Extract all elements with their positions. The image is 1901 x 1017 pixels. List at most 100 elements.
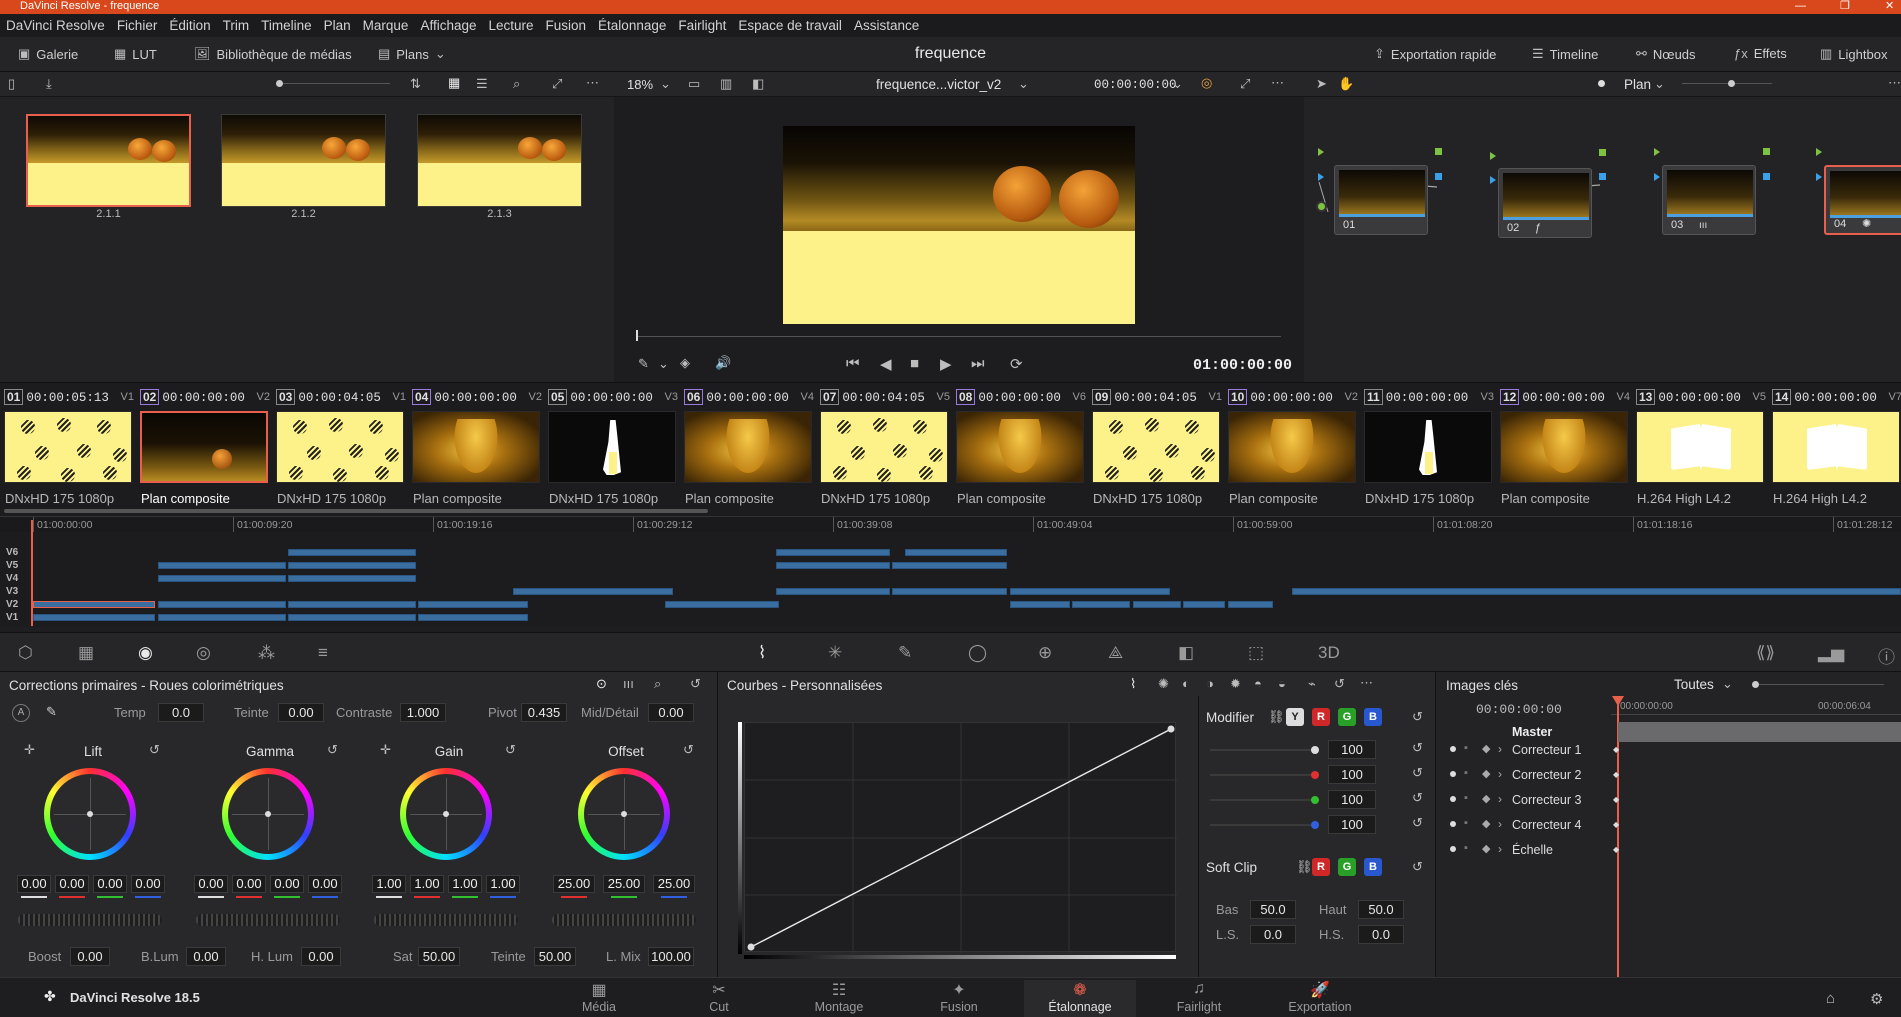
menu-timeline[interactable]: Timeline — [261, 18, 312, 33]
clip-item[interactable]: 11 00:00:00:00 V3 DNxHD 175 1080p — [1360, 383, 1496, 517]
menu-marque[interactable]: Marque — [363, 18, 409, 33]
clip-name[interactable]: frequence...victor_v2 — [876, 77, 1001, 92]
clip-item[interactable]: 06 00:00:00:00 V4 Plan composite — [680, 383, 816, 517]
scopes-icon[interactable]: ▂▅ — [1818, 643, 1844, 663]
fullscreen-icon[interactable]: ⤢ — [552, 76, 562, 92]
node-output-pin[interactable] — [1763, 148, 1770, 155]
scrubber-handle[interactable] — [636, 330, 638, 341]
lock-icon[interactable]: ▪ — [1464, 767, 1468, 779]
zoom-level[interactable]: 18% — [627, 77, 653, 92]
scrubber-track[interactable] — [636, 336, 1281, 337]
menu-assistance[interactable]: Assistance — [854, 18, 919, 33]
lift-red[interactable]: 0.00 — [55, 875, 89, 893]
keyframe-diamond-icon[interactable]: ◆ — [1482, 767, 1490, 780]
volume-icon[interactable]: 🔊 — [715, 355, 731, 371]
timeline-clip[interactable] — [1010, 588, 1170, 595]
camera-raw-icon[interactable]: ⬡ — [18, 643, 33, 663]
hlum-field[interactable]: 0.00 — [301, 947, 341, 966]
timeline-clip[interactable] — [158, 601, 286, 608]
menu-lecture[interactable]: Lecture — [488, 18, 533, 33]
color-picker-icon[interactable]: ◎ — [1201, 75, 1212, 91]
reset-icon[interactable]: ↺ — [327, 742, 338, 758]
keyframe-diamond-icon[interactable]: ◆ — [1482, 792, 1490, 805]
grid-view-icon[interactable]: ▦ — [448, 75, 460, 91]
timeline-clip[interactable] — [288, 614, 416, 621]
view-split-icon[interactable]: ▥ — [720, 76, 732, 92]
curves-icon[interactable]: ⌇ — [758, 643, 766, 663]
softclip-r-button[interactable]: R — [1312, 858, 1330, 876]
clip-thumbnail[interactable] — [1228, 411, 1356, 483]
wheel-handle[interactable] — [265, 811, 271, 817]
timeline-clip[interactable] — [33, 614, 155, 621]
g-intensity-slider[interactable] — [1210, 799, 1314, 801]
haut-field[interactable]: 50.0 — [1358, 900, 1404, 919]
wheel-handle[interactable] — [621, 811, 627, 817]
clip-item[interactable]: 01 00:00:05:13 V1 DNxHD 175 1080p — [0, 383, 136, 517]
clip-thumbnail[interactable] — [276, 411, 404, 483]
clip-thumbnail[interactable] — [820, 411, 948, 483]
keyframe-diamond-icon[interactable]: ◆ — [1482, 817, 1490, 830]
timeline-clip[interactable] — [1133, 601, 1181, 608]
rgb-mixer-icon[interactable]: ⁂ — [258, 643, 275, 663]
visibility-dot[interactable] — [1450, 821, 1456, 827]
node-input-pin[interactable] — [1654, 148, 1660, 156]
timeline-clip[interactable] — [1292, 588, 1901, 595]
keyframe-row[interactable]: ▪ ◆ › Correcteur 2 ◆ — [1436, 767, 1901, 788]
keyframe-row[interactable]: ▪ ◆ › Échelle ◆ — [1436, 842, 1901, 863]
node-input-pin[interactable] — [1318, 173, 1324, 181]
y-intensity-slider[interactable] — [1210, 749, 1314, 751]
offset-red[interactable]: 25.00 — [553, 875, 595, 893]
keyframe-marker[interactable]: ◆ — [1613, 845, 1619, 854]
lightbox-button[interactable]: ▥ Lightbox — [1820, 46, 1887, 62]
menu-etalonnage[interactable]: Étalonnage — [598, 18, 666, 33]
lock-icon[interactable]: ▪ — [1464, 842, 1468, 854]
gain-wheel[interactable] — [400, 768, 492, 860]
timeline-clip[interactable] — [158, 562, 286, 569]
sidebar-toggle-icon[interactable]: ▯ — [8, 76, 15, 92]
reset-icon[interactable]: ↺ — [1412, 790, 1423, 806]
lock-icon[interactable]: ▪ — [1464, 817, 1468, 829]
lock-icon[interactable]: ▪ — [1464, 742, 1468, 754]
keyframes-icon[interactable]: ⟪⟫ — [1756, 643, 1775, 663]
more-icon[interactable]: ⋯ — [1360, 675, 1373, 691]
skip-start-icon[interactable]: ⏮ — [846, 355, 860, 372]
view-single-icon[interactable]: ▭ — [688, 76, 700, 92]
timeline-clip[interactable] — [892, 562, 1007, 569]
skip-end-icon[interactable]: ⏭ — [971, 355, 985, 372]
slider-handle[interactable] — [1752, 681, 1759, 688]
slider-handle[interactable] — [276, 80, 283, 87]
menu-fichier[interactable]: Fichier — [117, 18, 158, 33]
timeline-clip[interactable] — [158, 614, 286, 621]
timeline-clip[interactable] — [1072, 601, 1130, 608]
maximize-icon[interactable]: ❐ — [1840, 0, 1850, 13]
plans-button[interactable]: ▤ Plans ⌄ — [378, 46, 446, 62]
node-output-pin[interactable] — [1763, 173, 1770, 180]
gain-red[interactable]: 1.00 — [410, 875, 444, 893]
r-intensity-slider[interactable] — [1210, 774, 1314, 776]
offset-jog-wheel[interactable] — [552, 914, 696, 926]
menu-davinci[interactable]: DaVinci Resolve — [6, 18, 105, 33]
chevron-down-icon[interactable]: ⌄ — [658, 356, 669, 372]
keyframe-icon[interactable]: ⌁ — [1308, 676, 1316, 692]
page-deliver-tab[interactable]: 🚀 Exportation — [1264, 980, 1376, 1014]
reset-icon[interactable]: ↺ — [149, 742, 160, 758]
clip-thumbnail[interactable] — [1500, 411, 1628, 483]
middetail-field[interactable]: 0.00 — [648, 703, 694, 722]
close-icon[interactable]: ✕ — [1885, 0, 1894, 13]
reset-icon[interactable]: ↺ — [1412, 709, 1423, 725]
menu-fairlight[interactable]: Fairlight — [678, 18, 726, 33]
clip-item[interactable]: 03 00:00:04:05 V1 DNxHD 175 1080p — [272, 383, 408, 517]
download-icon[interactable]: ⤓ — [46, 76, 52, 92]
y-intensity[interactable]: 100 — [1328, 740, 1376, 759]
menu-fusion[interactable]: Fusion — [546, 18, 587, 33]
clip-item[interactable]: 08 00:00:00:00 V6 Plan composite — [952, 383, 1088, 517]
source-input[interactable] — [1316, 201, 1327, 212]
viewer-image[interactable] — [783, 126, 1135, 324]
chevron-down-icon[interactable]: ⌄ — [1172, 76, 1183, 92]
gamma-green[interactable]: 0.00 — [270, 875, 304, 893]
lut-button[interactable]: ▦ LUT — [114, 46, 157, 62]
more-icon[interactable]: ⋯ — [586, 75, 599, 91]
clip-thumbnail[interactable] — [684, 411, 812, 483]
reset-icon[interactable]: ↺ — [1334, 676, 1345, 692]
node-output-pin[interactable] — [1435, 148, 1442, 155]
